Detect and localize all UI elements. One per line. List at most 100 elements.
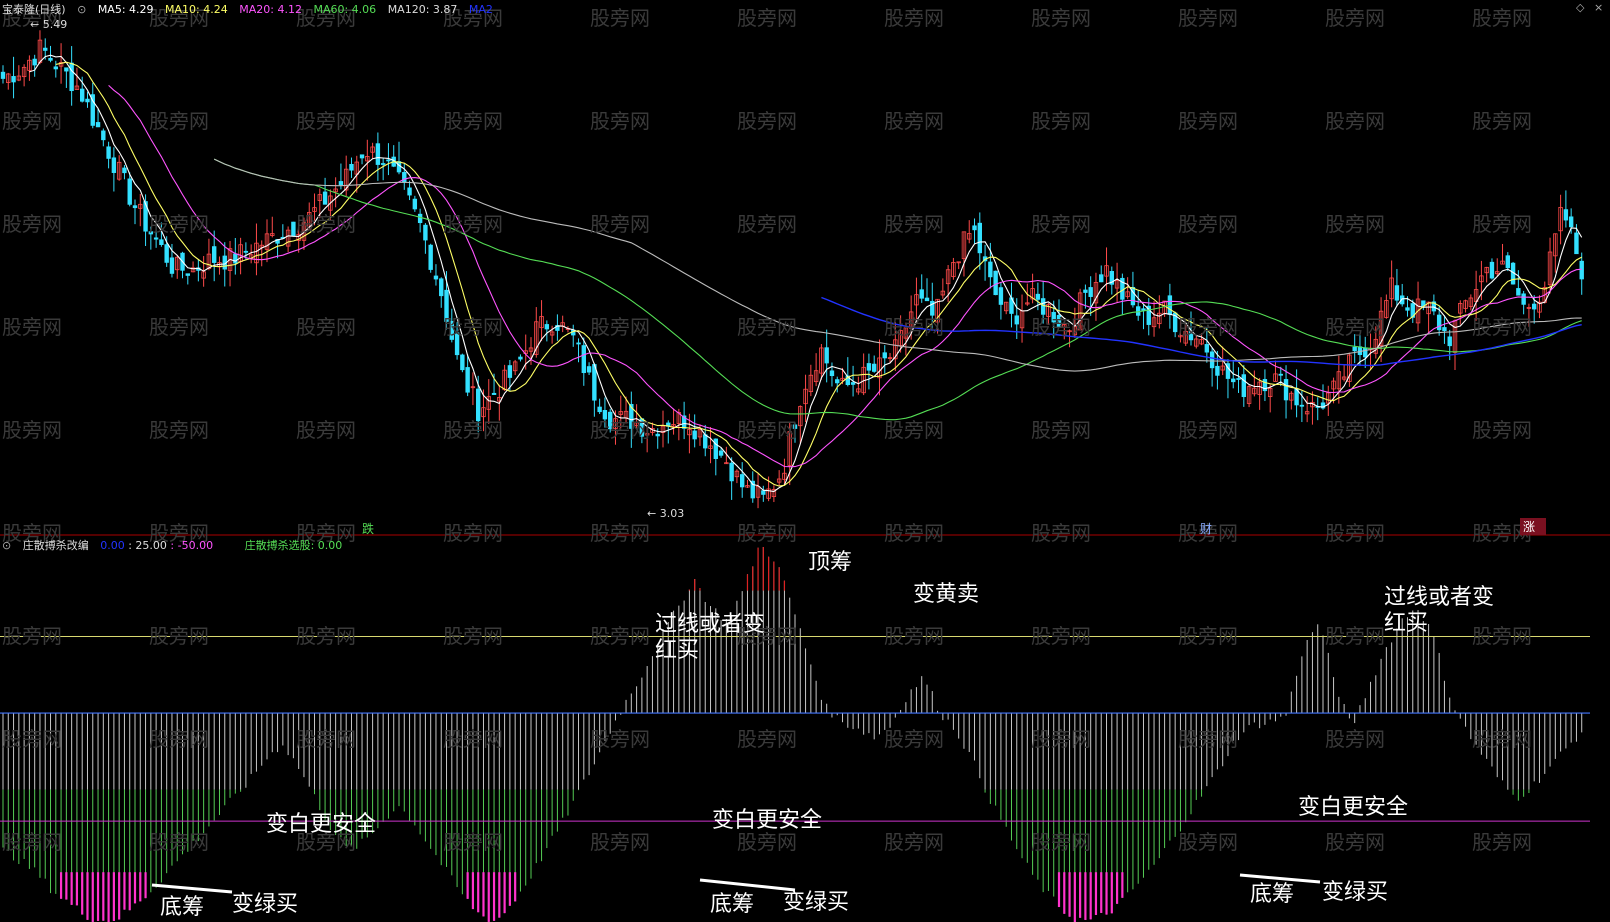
annotation-white-safer-1: 变白更安全	[266, 812, 377, 837]
candle-body	[597, 406, 602, 413]
candle-body	[407, 187, 412, 196]
candle-body	[1236, 378, 1241, 380]
candle-body	[1278, 373, 1283, 376]
marker-rise: 涨	[1520, 518, 1547, 535]
candle-body	[1136, 306, 1141, 316]
candle-body	[703, 434, 708, 449]
candle-body	[972, 225, 977, 231]
stock-chart	[0, 30, 1610, 922]
candle-body	[449, 321, 454, 340]
annotation-stroke	[151, 883, 233, 894]
price-low-value: 3.03	[659, 507, 685, 520]
indicator-select: 庄散搏杀选股: 0.00	[244, 539, 343, 552]
annotation-white-safer-2: 变白更安全	[712, 808, 823, 833]
candle-body	[824, 347, 829, 364]
candle-body	[761, 490, 766, 495]
candle-body	[1405, 307, 1410, 311]
candle-body	[576, 342, 581, 345]
annotation-cross-red-2a: 过线或者变	[1384, 585, 1495, 610]
candle-body	[322, 191, 328, 205]
candle-body	[1436, 314, 1442, 331]
annotation-turn-green-buy-1: 变绿买	[232, 892, 299, 917]
candle-body	[164, 244, 169, 263]
candle-body	[132, 205, 138, 209]
annotation-white-safer-3: 变白更安全	[1298, 795, 1409, 820]
candle-body	[1574, 232, 1579, 255]
candle-body	[919, 289, 924, 299]
candle-body	[586, 366, 592, 373]
candle-body	[0, 71, 6, 79]
candle-body	[111, 157, 117, 173]
candle-body	[64, 67, 69, 72]
candle-body	[1357, 346, 1363, 356]
candle-body	[507, 365, 513, 378]
candle-body	[185, 273, 190, 276]
ma20-readout: MA20: 4.12	[239, 3, 302, 16]
candle-body	[998, 287, 1004, 305]
expand-icon[interactable]: ◇	[1576, 1, 1584, 14]
price-high-value: 5.49	[42, 18, 68, 31]
candle-body	[1215, 365, 1220, 376]
candle-body	[375, 143, 381, 165]
candle-body	[713, 438, 718, 460]
candle-body	[159, 239, 164, 245]
candle-body	[1352, 346, 1357, 352]
candle-body	[692, 430, 697, 440]
candle-body	[866, 363, 872, 371]
stock-title[interactable]: 宝泰隆(日线)	[2, 3, 66, 16]
candle-body	[882, 352, 887, 359]
close-icon[interactable]: ×	[1594, 1, 1603, 14]
candle-body	[544, 324, 550, 330]
indicator-settings-icon[interactable]: ⊙	[2, 539, 11, 552]
candle-body	[1394, 285, 1400, 301]
candle-body	[69, 62, 74, 92]
candle-body	[1568, 216, 1574, 228]
candle-body	[1442, 327, 1447, 332]
candle-body	[993, 270, 998, 296]
candle-body	[53, 66, 58, 70]
candle-body	[1209, 351, 1215, 369]
candle-body	[1579, 260, 1584, 280]
candle-body	[101, 130, 106, 141]
candle-body	[454, 332, 460, 356]
candle-body	[460, 354, 465, 371]
candle-body	[518, 356, 523, 360]
indicator-v2: : 25.00	[128, 539, 167, 552]
candle-body	[655, 433, 660, 437]
candle-body	[1241, 374, 1246, 398]
candle-body	[924, 297, 930, 302]
marker-finance: 财	[1200, 522, 1213, 536]
candle-body	[1051, 311, 1056, 323]
candle-body	[349, 163, 354, 171]
ma5-line	[29, 54, 1583, 493]
candle-body	[1035, 293, 1041, 300]
candle-body	[718, 450, 724, 456]
candle-body	[1505, 255, 1510, 269]
candle-body	[291, 221, 296, 237]
candle-body	[80, 88, 85, 102]
candle-body	[417, 213, 423, 224]
ma5-readout: MA5: 4.29	[97, 3, 154, 16]
candle-body	[32, 58, 37, 66]
candle-body	[1231, 378, 1236, 383]
marker-rise-label: 涨	[1523, 520, 1536, 534]
annotation-bottom-chip-1: 底筹	[160, 895, 205, 920]
candle-body	[1099, 274, 1104, 283]
candle-body	[1014, 315, 1019, 325]
candle-body	[433, 275, 439, 280]
candle-body	[1056, 315, 1062, 328]
indicator-title[interactable]: 庄散搏杀改编	[23, 539, 89, 552]
settings-icon[interactable]: ⊙	[77, 3, 86, 16]
candle-body	[11, 76, 16, 83]
candle-body	[386, 159, 391, 162]
candle-body	[380, 163, 386, 165]
candle-body	[153, 237, 159, 240]
candle-body	[491, 392, 497, 395]
ma20-line	[108, 84, 1582, 468]
candle-body	[740, 474, 745, 488]
candle-body	[872, 363, 877, 372]
candle-body	[211, 246, 217, 263]
candle-body	[243, 250, 249, 253]
candle-body	[1563, 209, 1569, 221]
candle-body	[1363, 347, 1368, 358]
